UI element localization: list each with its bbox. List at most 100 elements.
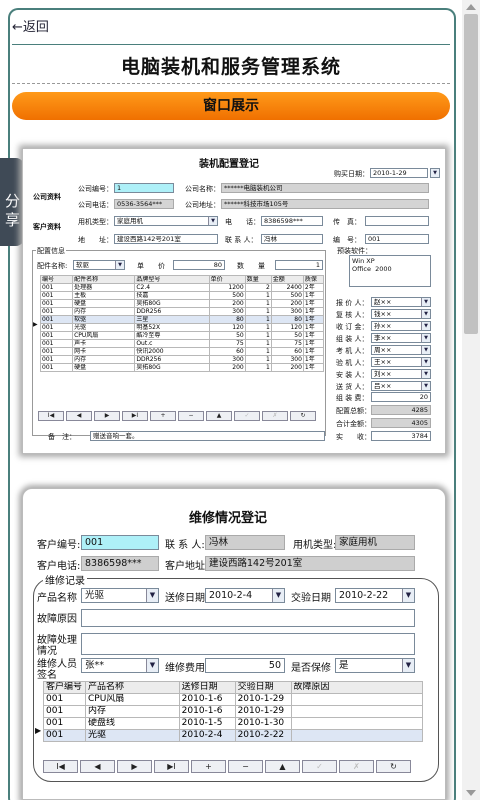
staff-select[interactable]: 李×× ▼ — [371, 333, 431, 343]
table-row[interactable]: 001 内存 DDR256 300 1 300 1年 — [39, 307, 325, 316]
column-header[interactable]: 产品名称 — [84, 681, 180, 694]
edit-record-button[interactable]: ▲ — [265, 760, 300, 773]
table-cell: DDR256 — [134, 355, 210, 364]
add-record-button[interactable]: + — [191, 760, 226, 773]
staff-select[interactable]: 孙×× ▼ — [371, 321, 431, 331]
product-name-select[interactable]: 光驱 ▼ — [81, 588, 159, 603]
fax-field[interactable] — [365, 216, 429, 226]
column-header[interactable]: 交验日期 — [234, 681, 292, 694]
last-record-button[interactable]: ▶I — [154, 760, 189, 773]
column-header[interactable]: 数量 — [244, 275, 272, 284]
preinstalled-field[interactable]: Win XP Office 2000 — [349, 255, 431, 287]
table-row[interactable]: 001 CPU风扇 酷冷至尊 50 1 50 1年 — [39, 331, 325, 340]
unit-price-label: 单 价 — [137, 262, 165, 270]
table-row[interactable]: 001 硬盘 昊拓80G 200 1 200 1年 — [39, 363, 325, 372]
scroll-up-arrow-icon[interactable] — [466, 4, 476, 10]
repair-fee-field[interactable]: 50 — [205, 658, 285, 673]
first-record-button[interactable]: I◀ — [38, 411, 64, 421]
customer-no-field[interactable]: 001 — [81, 535, 159, 550]
column-header[interactable]: 质保 — [302, 275, 325, 284]
remark-field[interactable]: 赠送音响一套。 — [90, 431, 325, 441]
quantity-field[interactable]: 1 — [275, 260, 323, 270]
edit-record-button[interactable]: ▲ — [206, 411, 232, 421]
table-row[interactable]: 001 硬盘 昊拓80G 200 1 200 1年 — [39, 299, 325, 308]
machine-type-label: 用机类型: — [293, 540, 337, 551]
save-record-button[interactable]: ✓ — [234, 411, 260, 421]
repairer-select[interactable]: 张** ▼ — [81, 658, 159, 673]
table-row[interactable]: 001 CPU风扇 2010-1-6 2010-1-29 — [43, 693, 424, 706]
cancel-record-button[interactable]: ✗ — [339, 760, 374, 773]
column-header[interactable]: 品牌型号 — [134, 275, 210, 284]
dropdown-arrow-icon[interactable]: ▼ — [430, 168, 440, 178]
table-cell: 001 — [43, 705, 86, 718]
next-record-button[interactable]: ▶ — [94, 411, 120, 421]
column-header[interactable]: 金额 — [270, 275, 304, 284]
table-row[interactable]: 001 网卡 快讯2000 60 1 60 1年 — [39, 347, 325, 356]
send-date-select[interactable]: 2010-2-4 ▼ — [205, 588, 285, 603]
address-field[interactable]: 建设西路142号201室 — [114, 234, 218, 244]
delete-record-button[interactable]: − — [178, 411, 204, 421]
column-header[interactable]: 故障原因 — [290, 681, 424, 694]
part-name-value: 软驱 — [76, 261, 89, 269]
next-record-button[interactable]: ▶ — [117, 760, 152, 773]
deliver-date-select[interactable]: 2010-2-22 ▼ — [335, 588, 415, 603]
column-header[interactable]: 编号 — [39, 275, 74, 284]
column-header[interactable]: 客户编号 — [43, 681, 86, 694]
staff-select[interactable]: 赵×× ▼ — [371, 297, 431, 307]
table-row[interactable]: 001 处理器 C2.4 1200 2 2400 2年 — [39, 283, 325, 292]
staff-select[interactable]: 钱×× ▼ — [371, 309, 431, 319]
company-phone-field[interactable]: 0536-3564*** — [114, 199, 174, 209]
add-record-button[interactable]: + — [150, 411, 176, 421]
table-row[interactable]: 001 软驱 三星 80 1 80 1年 — [39, 315, 325, 324]
staff-select[interactable]: 刘×× ▼ — [371, 369, 431, 379]
fault-reason-field[interactable] — [81, 609, 415, 627]
company-addr-field[interactable]: ******科技市场105号 — [221, 199, 429, 209]
table-row[interactable]: 001 光驱 明基52X 120 1 120 1年 — [39, 323, 325, 332]
last-record-button[interactable]: ▶I — [122, 411, 148, 421]
table-row[interactable]: 001 内存 DDR256 300 1 300 1年 — [39, 355, 325, 364]
assembly-fee-field[interactable]: 20 — [371, 392, 431, 402]
company-no-field[interactable]: 1 — [114, 183, 174, 193]
scroll-thumb[interactable] — [464, 14, 478, 334]
table-row[interactable]: 001 声卡 Out.c 75 1 75 1年 — [39, 339, 325, 348]
paid-field[interactable]: 3784 — [371, 431, 431, 441]
refresh-button[interactable]: ↻ — [376, 760, 411, 773]
parts-table: 编号 配件名称 品牌型号 单价 数量 金额 质保 001 处理器 C2.4 1200 2 2400 2年… — [39, 275, 325, 372]
chevron-down-icon: ▼ — [115, 261, 124, 269]
table-row[interactable]: 001 主板 技嘉 500 1 500 1年 — [39, 291, 325, 300]
part-name-select[interactable]: 软驱 ▼ — [73, 260, 125, 270]
staff-select[interactable]: 王×× ▼ — [371, 357, 431, 367]
prev-record-button[interactable]: ◀ — [66, 411, 92, 421]
table-cell: C2.4 — [134, 283, 210, 292]
scroll-down-arrow-icon[interactable] — [466, 790, 476, 796]
share-tab[interactable]: 分享 — [0, 158, 24, 246]
part-name-label: 配件名称: — [37, 262, 68, 270]
table-row[interactable]: 001 硬盘线 2010-1-5 2010-1-30 — [43, 717, 424, 730]
table-row[interactable]: 001 内存 2010-1-6 2010-1-29 — [43, 705, 424, 718]
code-field[interactable]: 001 — [365, 234, 429, 244]
refresh-button[interactable]: ↻ — [290, 411, 316, 421]
phone-field[interactable]: 8386598*** — [261, 216, 323, 226]
unit-price-field[interactable]: 80 — [173, 260, 225, 270]
back-link[interactable]: ←返回 — [12, 16, 49, 35]
delete-record-button[interactable]: − — [228, 760, 263, 773]
table-row[interactable]: 001 光驱 2010-2-4 2010-2-22 — [43, 729, 424, 742]
warranty-select[interactable]: 是 ▼ — [335, 658, 415, 673]
staff-select[interactable]: 吕×× ▼ — [371, 381, 431, 391]
staff-select[interactable]: 周×× ▼ — [371, 345, 431, 355]
company-name-field[interactable]: ******电脑装机公司 — [221, 183, 429, 193]
first-record-button[interactable]: I◀ — [43, 760, 78, 773]
column-header[interactable]: 送修日期 — [178, 681, 236, 694]
cancel-record-button[interactable]: ✗ — [262, 411, 288, 421]
save-record-button[interactable]: ✓ — [302, 760, 337, 773]
column-header[interactable]: 单价 — [208, 275, 246, 284]
prev-record-button[interactable]: ◀ — [80, 760, 115, 773]
purchase-date-field[interactable]: 2010-1-29 — [370, 168, 428, 178]
fault-handling-field[interactable] — [81, 633, 415, 655]
contact-field[interactable]: 冯林 — [261, 234, 323, 244]
quantity-label: 数 量 — [237, 262, 265, 270]
column-header[interactable]: 配件名称 — [72, 275, 136, 284]
table-cell: 内存 — [72, 355, 136, 364]
machine-type-select[interactable]: 家庭用机 ▼ — [114, 216, 218, 226]
table-cell: 1 — [244, 363, 272, 372]
